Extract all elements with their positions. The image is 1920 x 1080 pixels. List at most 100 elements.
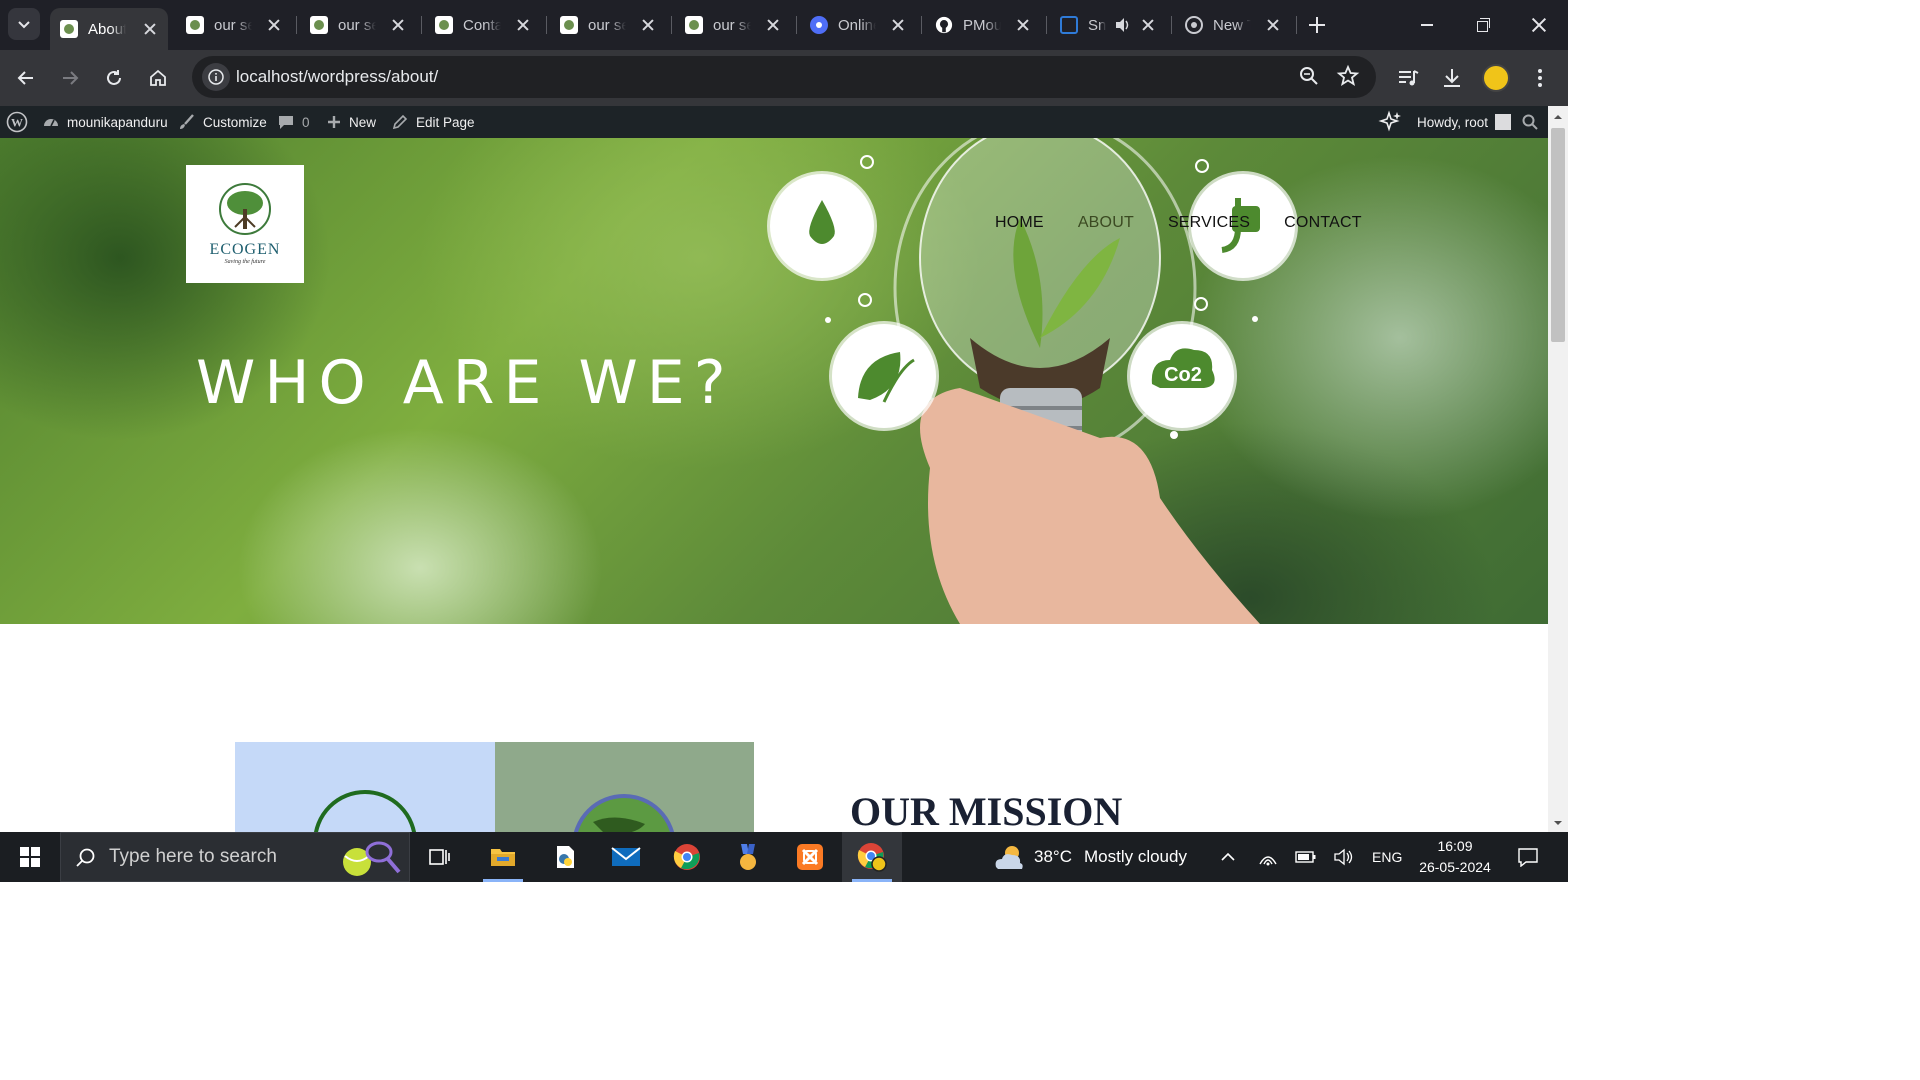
language-indicator[interactable]: ENG xyxy=(1372,832,1402,882)
downloads-button[interactable] xyxy=(1436,62,1468,94)
python-app[interactable] xyxy=(535,832,595,882)
site-logo[interactable]: ECOGEN Saving the future xyxy=(186,165,304,283)
tab-online[interactable]: Online xyxy=(800,8,916,42)
scroll-up-icon[interactable] xyxy=(1548,110,1568,124)
tab-our-services-1[interactable]: our services xyxy=(176,8,292,42)
zoom-icon[interactable] xyxy=(1298,65,1320,92)
tab-divider xyxy=(421,16,422,34)
tab-new-tab[interactable]: New Tab xyxy=(1175,8,1291,42)
nav-contact[interactable]: CONTACT xyxy=(1284,214,1362,232)
minimize-button[interactable] xyxy=(1412,10,1442,40)
hero-title: WHO ARE WE? xyxy=(196,348,735,418)
new-tab-button[interactable] xyxy=(1304,12,1330,38)
clock-time: 16:09 xyxy=(1437,838,1473,854)
medal-app[interactable] xyxy=(718,832,778,882)
close-icon[interactable] xyxy=(515,17,531,33)
wp-logo-menu[interactable]: W xyxy=(6,106,28,138)
new-content-menu[interactable]: New xyxy=(326,106,376,138)
site-name-menu[interactable]: mounikapanduru xyxy=(42,106,168,138)
close-icon[interactable] xyxy=(266,17,282,33)
new-label: New xyxy=(349,114,377,130)
download-icon xyxy=(1444,69,1460,87)
tab-contact[interactable]: Contact xyxy=(425,8,541,42)
chevron-down-icon xyxy=(18,21,30,29)
close-icon[interactable] xyxy=(390,17,406,33)
file-explorer-app[interactable] xyxy=(473,832,533,882)
forward-button[interactable] xyxy=(54,62,86,94)
my-account-menu[interactable]: Howdy, root xyxy=(1417,106,1512,138)
clock[interactable]: 16:09 26-05-2024 xyxy=(1412,836,1498,878)
customize-link[interactable]: Customize xyxy=(178,106,267,138)
url-text[interactable]: localhost/wordpress/about/ xyxy=(236,67,438,87)
comments-link[interactable]: 0 xyxy=(277,106,310,138)
profile-button[interactable] xyxy=(1480,62,1512,94)
close-icon[interactable] xyxy=(1140,17,1156,33)
tennis-ring-graphic xyxy=(313,790,417,832)
ai-sparkle-button[interactable] xyxy=(1378,106,1402,138)
site-favicon-icon xyxy=(310,16,328,34)
close-icon[interactable] xyxy=(142,21,158,37)
speaker-icon[interactable] xyxy=(1114,17,1132,33)
tab-title: our services xyxy=(713,16,751,34)
menu-button[interactable] xyxy=(1524,62,1556,94)
xampp-app[interactable] xyxy=(780,832,840,882)
scroll-down-icon[interactable] xyxy=(1548,816,1568,830)
close-icon[interactable] xyxy=(1015,17,1031,33)
volume-button[interactable] xyxy=(1326,832,1362,882)
notification-center-button[interactable] xyxy=(1508,832,1548,882)
tab-divider xyxy=(671,16,672,34)
home-icon xyxy=(150,69,166,86)
browser-toolbar: localhost/wordpress/about/ xyxy=(0,50,1568,106)
back-button[interactable] xyxy=(10,62,42,94)
nav-about[interactable]: ABOUT xyxy=(1078,214,1134,232)
nav-home[interactable]: HOME xyxy=(995,214,1044,232)
network-button[interactable] xyxy=(1250,832,1286,882)
start-button[interactable] xyxy=(0,832,60,882)
mail-app[interactable] xyxy=(596,832,656,882)
tab-about[interactable]: About xyxy=(50,8,168,50)
site-info-icon[interactable] xyxy=(202,63,230,91)
taskbar-search-box[interactable]: Type here to search xyxy=(60,832,410,882)
sync-icon xyxy=(810,16,828,34)
battery-button[interactable] xyxy=(1288,832,1324,882)
windows-taskbar: Type here to search 38°C Mostly cloudy E… xyxy=(0,832,1568,882)
edit-page-link[interactable]: Edit Page xyxy=(391,106,475,138)
pencil-icon xyxy=(392,114,408,130)
plus-icon xyxy=(328,116,340,128)
mission-image-left xyxy=(235,742,495,832)
search-placeholder: Type here to search xyxy=(109,846,277,867)
chrome-app[interactable] xyxy=(657,832,717,882)
bookmark-star-icon[interactable] xyxy=(1336,64,1360,93)
folder-icon xyxy=(491,849,515,866)
close-icon[interactable] xyxy=(1265,17,1281,33)
restore-button[interactable] xyxy=(1468,10,1498,40)
tab-github[interactable]: PMou xyxy=(925,8,1041,42)
reload-button[interactable] xyxy=(98,62,130,94)
close-icon[interactable] xyxy=(890,17,906,33)
comments-count: 0 xyxy=(302,114,310,130)
tab-sn[interactable]: Sn xyxy=(1050,8,1166,42)
tab-our-services-2[interactable]: our services xyxy=(300,8,416,42)
chevron-up-icon xyxy=(1221,852,1235,861)
tab-title: our services xyxy=(338,16,376,34)
close-icon[interactable] xyxy=(765,17,781,33)
home-button[interactable] xyxy=(142,62,174,94)
weather-widget[interactable]: 38°C Mostly cloudy xyxy=(992,832,1187,882)
chrome-profile-app[interactable] xyxy=(842,832,902,882)
task-view-button[interactable] xyxy=(410,832,470,882)
tab-our-services-4[interactable]: our services xyxy=(675,8,791,42)
tab-our-services-3[interactable]: our services xyxy=(550,8,666,42)
nav-services[interactable]: SERVICES xyxy=(1168,214,1250,232)
site-name-label: mounikapanduru xyxy=(67,114,168,130)
page-scrollbar[interactable] xyxy=(1548,106,1568,832)
mission-title: OUR MISSION xyxy=(850,789,1123,832)
tab-search-button[interactable] xyxy=(8,8,40,40)
address-bar[interactable]: localhost/wordpress/about/ xyxy=(192,56,1376,98)
close-icon[interactable] xyxy=(640,17,656,33)
reading-list-button[interactable] xyxy=(1392,62,1424,94)
site-favicon-icon xyxy=(435,16,453,34)
close-window-button[interactable] xyxy=(1524,10,1554,40)
show-hidden-icons-button[interactable] xyxy=(1204,832,1252,882)
admin-search-button[interactable] xyxy=(1522,106,1538,138)
scroll-thumb[interactable] xyxy=(1551,128,1565,342)
